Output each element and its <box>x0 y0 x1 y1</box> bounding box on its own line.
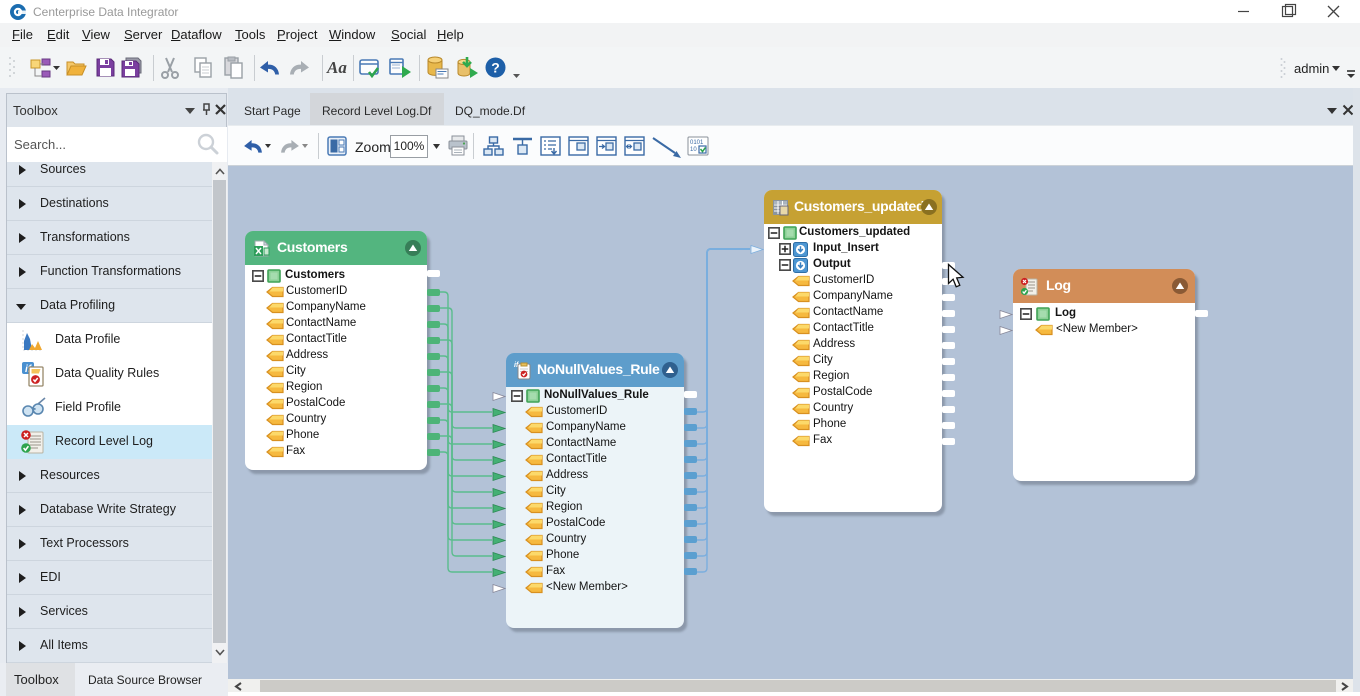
svg-text:0101: 0101 <box>690 140 704 146</box>
svg-text:10: 10 <box>690 147 697 153</box>
svg-text:?: ? <box>491 60 500 76</box>
